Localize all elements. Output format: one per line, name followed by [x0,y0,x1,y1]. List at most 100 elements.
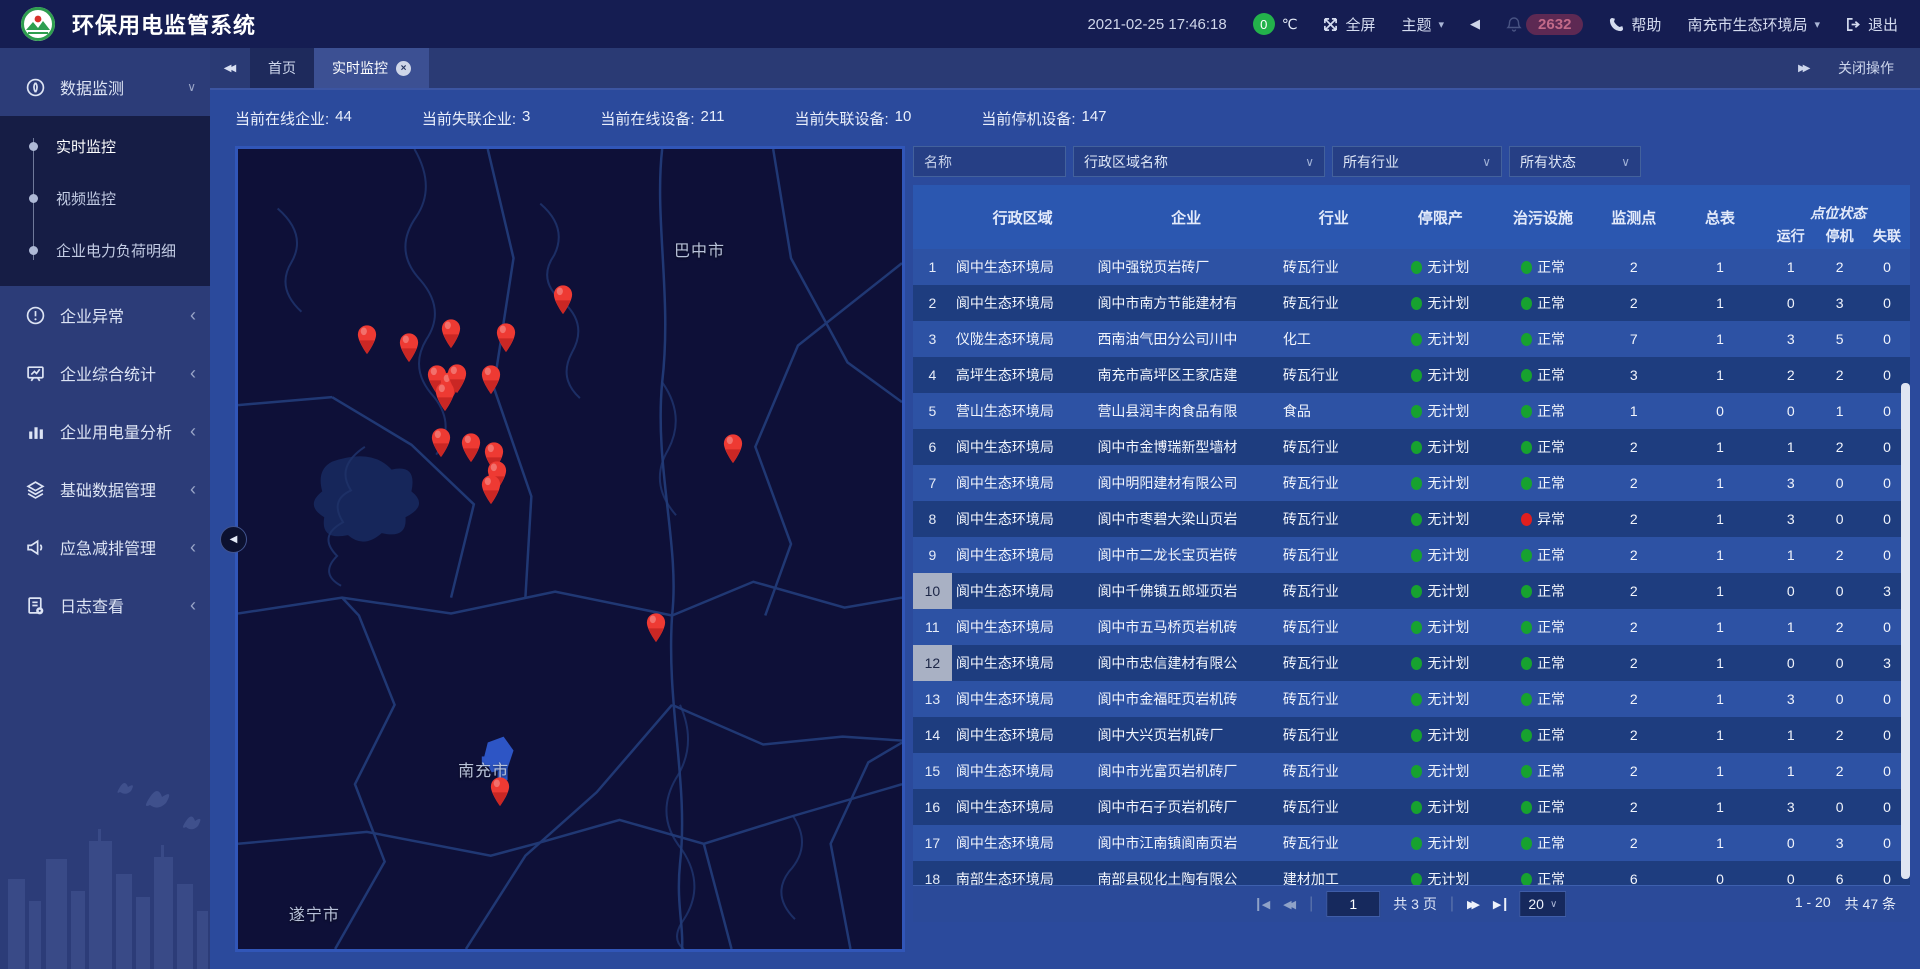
help-button[interactable]: 帮助 [1609,14,1661,35]
map-pin-icon[interactable] [430,427,452,458]
table-scrollbar[interactable] [1901,249,1910,885]
status-select[interactable]: 所有状态 ∨ [1509,146,1641,177]
cell-pollution-facility: 正常 [1492,717,1594,753]
cell-company: 阆中千佛镇五郎垭页岩 [1093,573,1278,609]
org-dropdown[interactable]: 南充市生态环境局 ▾ [1687,14,1820,35]
table-row[interactable]: 5 营山生态环境局 营山县润丰肉食品有限 食品 无计划 正常 1 0 0 1 [913,393,1910,429]
cell-total-meter: 1 [1674,501,1767,537]
table-row[interactable]: 11 阆中生态环境局 阆中市五马桥页岩机砖 砖瓦行业 无计划 正常 2 1 1 [913,609,1910,645]
last-page-button[interactable]: ▶ [1493,898,1506,911]
table-row[interactable]: 6 阆中生态环境局 阆中市金博瑞新型墙材 砖瓦行业 无计划 正常 2 1 1 [913,429,1910,465]
cell-pollution-facility: 正常 [1492,285,1594,321]
tabs-scroll-left-button[interactable]: ◀◀ [210,48,250,88]
sidebar-item-video-monitoring[interactable]: 视频监控 [0,172,210,224]
table-row[interactable]: 13 阆中生态环境局 阆中市金福旺页岩机砖 砖瓦行业 无计划 正常 2 1 3 [913,681,1910,717]
prev-page-button[interactable]: ◀◀ [1283,898,1296,911]
sidebar-item-enterprise-anomaly[interactable]: 企业异常 ‹ [0,286,210,344]
table-row[interactable]: 12 阆中生态环境局 阆中市忠信建材有限公 砖瓦行业 无计划 正常 2 1 0 [913,645,1910,681]
status-dot-icon [1521,405,1532,418]
map-panel[interactable]: 巴中市 南充市 遂宁市 [235,146,905,952]
table-row[interactable]: 8 阆中生态环境局 阆中市枣碧大梁山页岩 砖瓦行业 无计划 异常 2 1 3 [913,501,1910,537]
table-row[interactable]: 9 阆中生态环境局 阆中市二龙长宝页岩砖 砖瓦行业 无计划 正常 2 1 1 [913,537,1910,573]
fullscreen-button[interactable]: 全屏 [1323,14,1375,35]
close-operations-button[interactable]: 关闭操作 [1838,58,1894,78]
sidebar-item-electricity-analysis[interactable]: 企业用电量分析 ‹ [0,402,210,460]
sidebar-item-realtime-monitoring[interactable]: 实时监控 [0,120,210,172]
region-select[interactable]: 行政区域名称 ∨ [1073,146,1325,177]
map-pin-icon[interactable] [480,474,502,505]
notification-widget[interactable]: 2632 [1506,14,1583,35]
tab-home[interactable]: 首页 [250,48,314,88]
cell-region: 仪陇生态环境局 [952,321,1094,357]
cell-stopped: 1 [1815,393,1864,429]
page-size-select[interactable]: 20 ∨ [1519,891,1566,917]
map-pin-icon[interactable] [356,324,378,355]
first-page-button[interactable]: ◀ [1257,898,1270,911]
table-row[interactable]: 4 高坪生态环境局 南充市高坪区王家店建 砖瓦行业 无计划 正常 3 1 2 [913,357,1910,393]
cell-industry: 砖瓦行业 [1279,645,1389,681]
cell-production-limit: 无计划 [1389,573,1493,609]
map-pin-icon[interactable] [722,433,744,464]
table-row[interactable]: 1 阆中生态环境局 阆中强锐页岩砖厂 砖瓦行业 无计划 正常 2 1 1 2 [913,249,1910,285]
cell-industry: 砖瓦行业 [1279,501,1389,537]
sidebar-item-power-load-detail[interactable]: 企业电力负荷明细 [0,224,210,276]
sound-toggle[interactable]: ◀ [1470,16,1480,32]
double-left-arrow-icon: ◀◀ [224,63,236,74]
map-pin-icon[interactable] [440,318,462,349]
map-pin-icon[interactable] [480,364,502,395]
table-row[interactable]: 14 阆中生态环境局 阆中大兴页岩机砖厂 砖瓦行业 无计划 正常 2 1 1 [913,717,1910,753]
theme-dropdown[interactable]: 主题 ▾ [1402,14,1445,35]
map-pin-icon[interactable] [489,776,511,807]
cell-monitor-points: 2 [1594,465,1674,501]
map-pin-icon[interactable] [434,381,456,412]
cell-running: 1 [1766,537,1815,573]
filter-bar: 行政区域名称 ∨ 所有行业 ∨ 所有状态 ∨ [913,146,1910,177]
close-tab-icon[interactable]: × [396,61,411,76]
cell-company: 阆中大兴页岩机砖厂 [1093,717,1278,753]
table-row[interactable]: 18 南部生态环境局 南部县砚化土陶有限公 建材加工 无计划 正常 6 0 0 [913,861,1910,885]
table-row[interactable]: 3 仪陇生态环境局 西南油气田分公司川中 化工 无计划 正常 7 1 3 5 [913,321,1910,357]
name-search-input[interactable] [913,146,1066,177]
notification-count-badge: 2632 [1526,14,1583,35]
status-dot-icon [1411,549,1422,562]
bar-chart-icon [24,422,46,441]
stat-item: 当前失联设备: 10 [794,108,911,129]
sidebar-item-log-view[interactable]: 日志查看 ‹ [0,576,210,634]
map-pin-icon[interactable] [460,432,482,463]
layers-icon [24,480,46,499]
scrollbar-thumb[interactable] [1901,383,1910,879]
cell-monitor-points: 3 [1594,357,1674,393]
sidebar-collapse-button[interactable]: ◀ [220,526,247,553]
sidebar-item-emergency-reduction[interactable]: 应急减排管理 ‹ [0,518,210,576]
table-row[interactable]: 2 阆中生态环境局 阆中市南方节能建材有 砖瓦行业 无计划 正常 2 1 0 [913,285,1910,321]
cell-stopped: 0 [1815,681,1864,717]
table-row[interactable]: 15 阆中生态环境局 阆中市光富页岩机砖厂 砖瓦行业 无计划 正常 2 1 1 [913,753,1910,789]
map-pin-icon[interactable] [495,322,517,353]
tab-realtime-monitoring[interactable]: 实时监控 × [314,48,429,88]
cell-industry: 砖瓦行业 [1279,681,1389,717]
map-pin-icon[interactable] [552,284,574,315]
cell-region: 阆中生态环境局 [952,717,1094,753]
logout-button[interactable]: 退出 [1846,14,1898,35]
cell-industry: 砖瓦行业 [1279,465,1389,501]
cell-company: 阆中强锐页岩砖厂 [1093,249,1278,285]
tabs-scroll-right-button[interactable]: ◀◀ [1798,63,1810,74]
sidebar-item-data-monitoring[interactable]: 数据监测 ∨ [0,58,210,116]
table-row[interactable]: 10 阆中生态环境局 阆中千佛镇五郎垭页岩 砖瓦行业 无计划 正常 2 1 0 [913,573,1910,609]
cell-stopped: 2 [1815,429,1864,465]
map-pin-icon[interactable] [645,612,667,643]
cell-running: 3 [1766,789,1815,825]
sidebar-item-basic-data[interactable]: 基础数据管理 ‹ [0,460,210,518]
next-page-button[interactable]: ▶▶ [1467,898,1480,911]
top-header: 环保用电监管系统 2021-02-25 17:46:18 0 ℃ 全屏 主题 ▾… [0,0,1920,48]
cell-industry: 砖瓦行业 [1279,573,1389,609]
cell-running: 1 [1766,429,1815,465]
table-row[interactable]: 17 阆中生态环境局 阆中市江南镇阆南页岩 砖瓦行业 无计划 正常 2 1 0 [913,825,1910,861]
cell-total-meter: 1 [1674,717,1767,753]
table-row[interactable]: 16 阆中生态环境局 阆中市石子页岩机砖厂 砖瓦行业 无计划 正常 2 1 3 [913,789,1910,825]
table-row[interactable]: 7 阆中生态环境局 阆中明阳建材有限公司 砖瓦行业 无计划 正常 2 1 3 [913,465,1910,501]
sidebar-item-enterprise-statistics[interactable]: 企业综合统计 ‹ [0,344,210,402]
industry-select[interactable]: 所有行业 ∨ [1332,146,1502,177]
page-number-input[interactable] [1326,891,1380,917]
map-pin-icon[interactable] [398,332,420,363]
